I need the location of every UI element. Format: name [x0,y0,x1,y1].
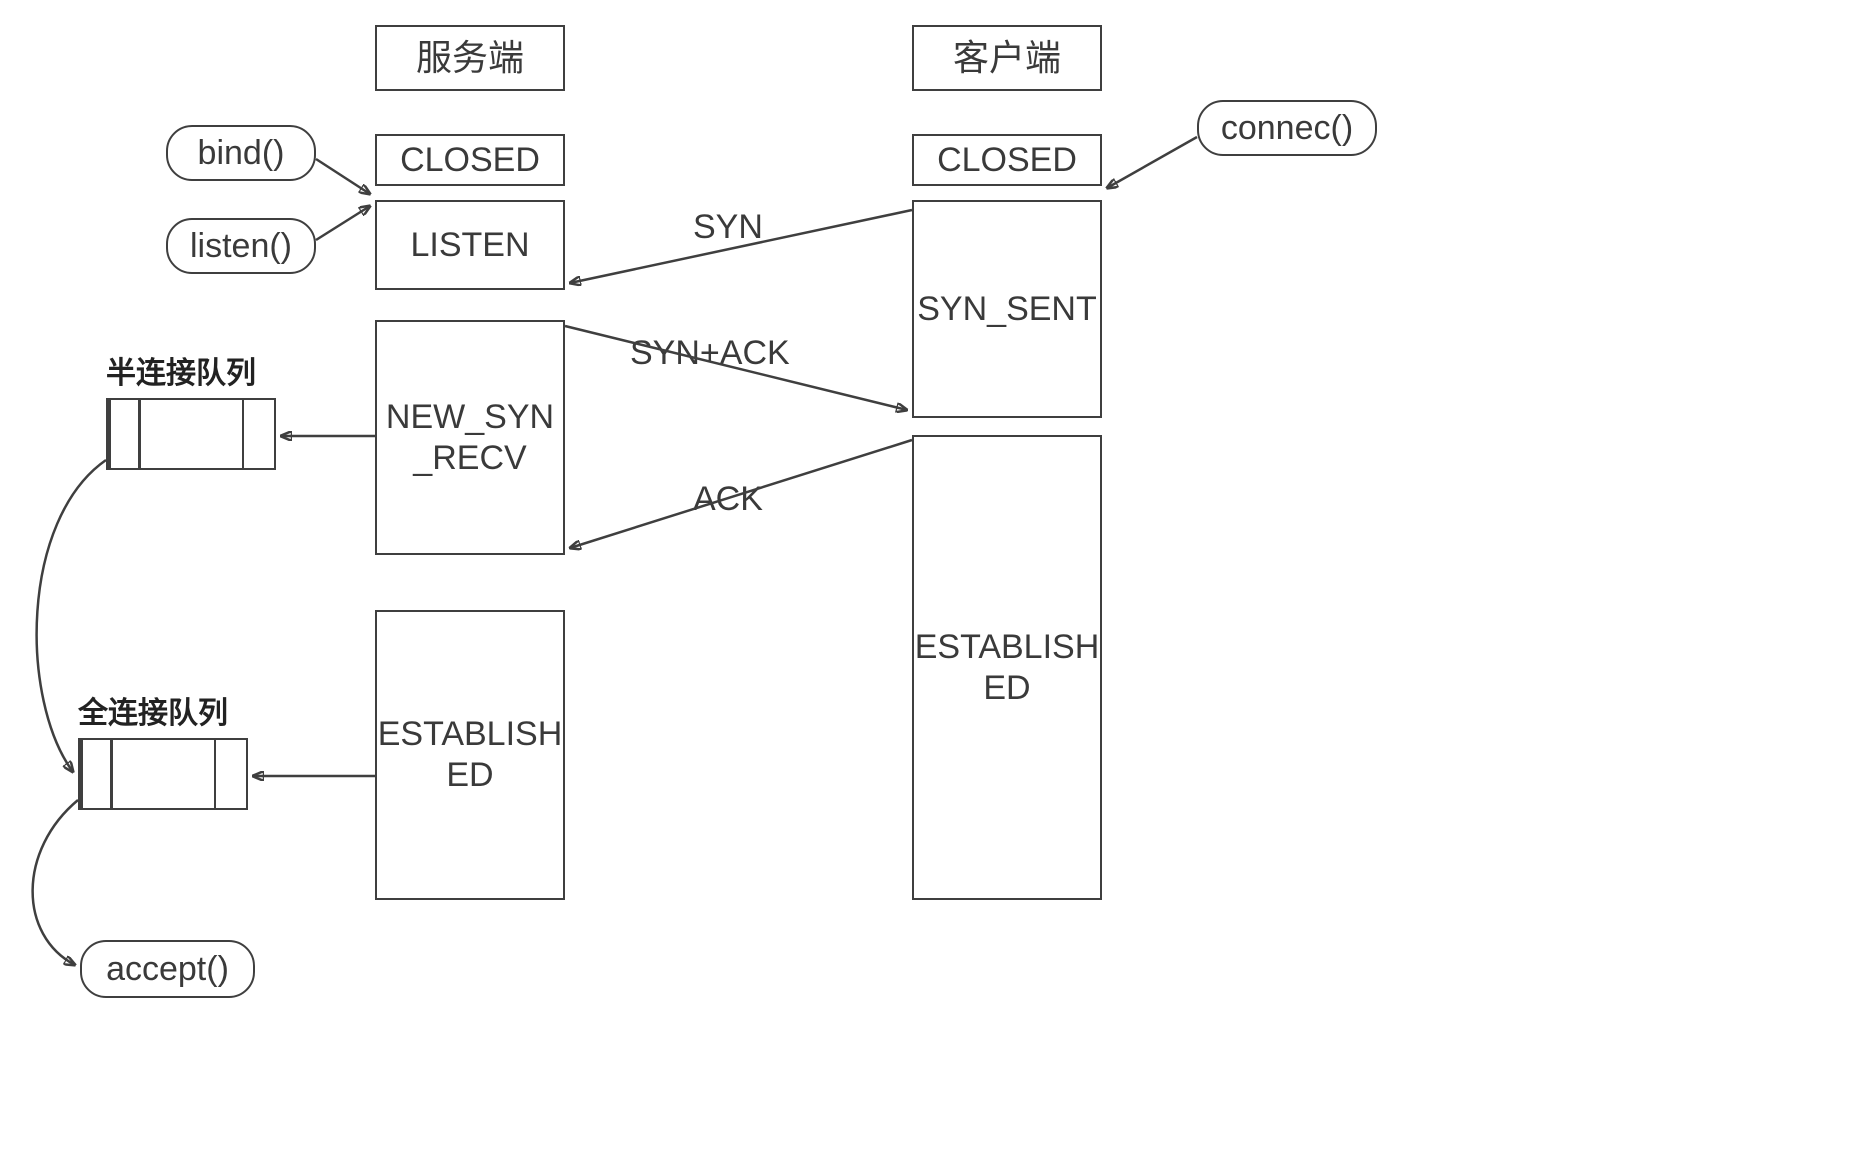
server-header-label: 服务端 [416,36,524,79]
client-syn-sent-label: SYN_SENT [917,289,1097,330]
accept-pill: accept() [80,940,255,998]
client-established: ESTABLISHED [912,435,1102,900]
client-header: 客户端 [912,25,1102,91]
server-closed: CLOSED [375,134,565,186]
accept-label: accept() [106,950,229,989]
listen-label: listen() [190,227,292,266]
syn-ack-label: SYN+ACK [630,334,790,373]
client-header-label: 客户端 [953,36,1061,79]
full-queue-label: 全连接队列 [78,688,228,732]
server-header: 服务端 [375,25,565,91]
server-new-syn-recv-label: NEW_SYN_RECV [386,397,554,479]
client-closed-label: CLOSED [937,140,1077,181]
full-queue [78,738,248,810]
server-listen-label: LISTEN [410,225,529,266]
half-queue-label: 半连接队列 [106,348,256,392]
client-syn-sent: SYN_SENT [912,200,1102,418]
server-established: ESTABLISHED [375,610,565,900]
ack-label: ACK [693,480,763,519]
connect-label: connec() [1221,109,1353,148]
client-established-label: ESTABLISHED [915,627,1100,709]
server-closed-label: CLOSED [400,140,540,181]
half-queue [106,398,276,470]
client-closed: CLOSED [912,134,1102,186]
server-established-label: ESTABLISHED [378,714,563,796]
bind-pill: bind() [166,125,316,181]
tcp-handshake-diagram: 服务端 客户端 CLOSED LISTEN NEW_SYN_RECV ESTAB… [0,0,1859,1164]
connect-pill: connec() [1197,100,1377,156]
listen-pill: listen() [166,218,316,274]
bind-label: bind() [198,134,285,173]
server-new-syn-recv: NEW_SYN_RECV [375,320,565,555]
server-listen: LISTEN [375,200,565,290]
syn-label: SYN [693,208,763,247]
